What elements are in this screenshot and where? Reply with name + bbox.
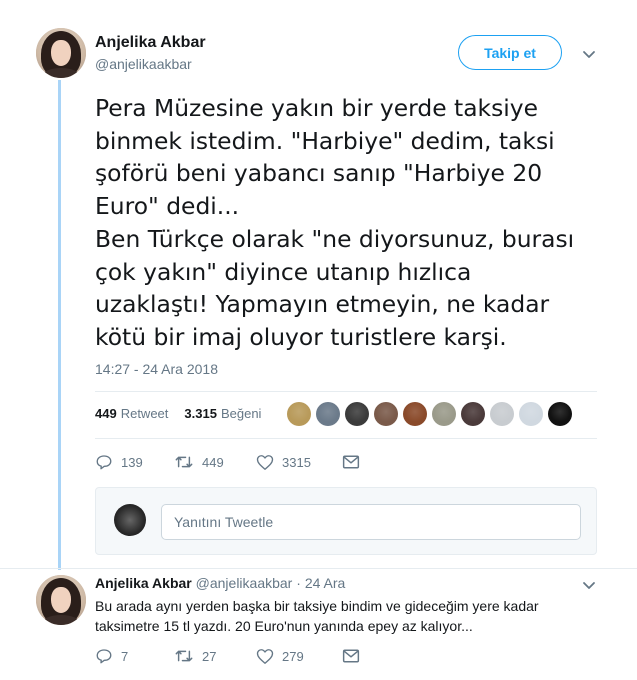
liker-avatar[interactable] xyxy=(548,402,572,426)
reply-author-avatar[interactable] xyxy=(36,575,86,625)
tweet-text-line: Ben Türkçe olarak "ne diyorsunuz, burası xyxy=(95,224,575,253)
reply-tweet-actions: 7 27 279 xyxy=(95,647,368,665)
retweet-icon xyxy=(175,650,193,662)
divider xyxy=(95,391,597,392)
author-handle[interactable]: @anjelikaakbar xyxy=(95,56,192,72)
retweet-count: 449 xyxy=(202,454,224,470)
tweet-text-line: çok yakın" diyince utanıp hızlıca xyxy=(95,257,472,286)
reply-icon xyxy=(96,455,112,470)
heart-icon xyxy=(256,454,274,470)
direct-message-button[interactable] xyxy=(342,454,368,470)
reply-date[interactable]: 24 Ara xyxy=(305,575,345,591)
tweet-actions: 139 449 3315 xyxy=(95,453,368,471)
tweet-timestamp[interactable]: 14:27 - 24 Ara 2018 xyxy=(95,361,218,377)
like-count: 3315 xyxy=(282,454,311,470)
like-button[interactable]: 279 xyxy=(256,648,342,665)
tweet-text-line: binmek istedim. "Harbiye" dedim, taksi xyxy=(95,126,555,155)
reply-button[interactable]: 7 xyxy=(95,647,174,665)
liker-avatar[interactable] xyxy=(490,402,514,426)
reply-icon xyxy=(96,649,112,664)
tweet-text-line: uzaklaştı! Yapmayın etmeyin, ne kadar xyxy=(95,290,550,319)
tweet-text-line: şoförü beni yabancı sanıp "Harbiye 20 xyxy=(95,159,543,188)
tweet-text: Pera Müzesine yakın bir yerde taksiye bi… xyxy=(95,92,605,354)
tweet-text-line: Euro" dedi... xyxy=(95,192,240,221)
reply-header: Anjelika Akbar @anjelikaakbar · 24 Ara xyxy=(95,575,345,591)
author-avatar[interactable] xyxy=(36,28,86,78)
reply-author-handle[interactable]: @anjelikaakbar xyxy=(196,575,293,591)
author-name[interactable]: Anjelika Akbar xyxy=(95,34,206,52)
reply-author-name[interactable]: Anjelika Akbar xyxy=(95,575,192,591)
retweet-stat-label[interactable]: Retweet xyxy=(121,406,169,421)
envelope-icon xyxy=(342,649,360,663)
reply-button[interactable]: 139 xyxy=(95,453,174,471)
liker-avatar[interactable] xyxy=(403,402,427,426)
retweet-icon xyxy=(175,456,193,468)
follow-button[interactable]: Takip et xyxy=(458,35,562,70)
divider xyxy=(0,568,637,569)
like-stat-label[interactable]: Beğeni xyxy=(221,406,261,421)
reply-text-line: Bu arada aynı yerden başka bir taksiye b… xyxy=(95,598,539,614)
retweet-stat-count[interactable]: 449 xyxy=(95,406,117,421)
liker-avatar[interactable] xyxy=(316,402,340,426)
reply-count: 139 xyxy=(121,454,143,470)
liker-avatar[interactable] xyxy=(461,402,485,426)
like-button[interactable]: 3315 xyxy=(256,454,342,471)
retweet-count: 27 xyxy=(202,648,217,664)
divider xyxy=(95,438,597,439)
reply-tweet-text: Bu arada aynı yerden başka bir taksiye b… xyxy=(95,596,595,636)
liker-avatar[interactable] xyxy=(432,402,456,426)
tweet-text-line: kötü bir imaj oluyor turistlere karşi. xyxy=(95,322,507,351)
envelope-icon xyxy=(342,455,360,469)
tweet-stats: 449 Retweet 3.315 Beğeni xyxy=(95,406,261,421)
thread-connector-line xyxy=(58,80,61,570)
retweet-button[interactable]: 27 xyxy=(174,647,256,665)
reply-count: 7 xyxy=(121,648,129,664)
liker-avatars xyxy=(287,402,577,426)
liker-avatar[interactable] xyxy=(374,402,398,426)
heart-icon xyxy=(256,648,274,664)
chevron-down-icon[interactable] xyxy=(581,46,597,62)
tweet-text-line: Pera Müzesine yakın bir yerde taksiye xyxy=(95,94,539,122)
header-separator: · xyxy=(296,575,301,591)
like-stat-count[interactable]: 3.315 xyxy=(184,406,217,421)
liker-avatar[interactable] xyxy=(287,402,311,426)
reply-composer: Yanıtını Tweetle xyxy=(95,487,597,555)
reply-text-line: taksimetre 15 tl yazdı. 20 Euro'nun yanı… xyxy=(95,618,473,634)
reply-input[interactable]: Yanıtını Tweetle xyxy=(161,504,581,540)
chevron-down-icon[interactable] xyxy=(581,577,597,593)
retweet-button[interactable]: 449 xyxy=(174,453,256,471)
like-count: 279 xyxy=(282,648,304,664)
direct-message-button[interactable] xyxy=(342,648,368,664)
liker-avatar[interactable] xyxy=(519,402,543,426)
liker-avatar[interactable] xyxy=(345,402,369,426)
current-user-avatar xyxy=(114,504,146,536)
